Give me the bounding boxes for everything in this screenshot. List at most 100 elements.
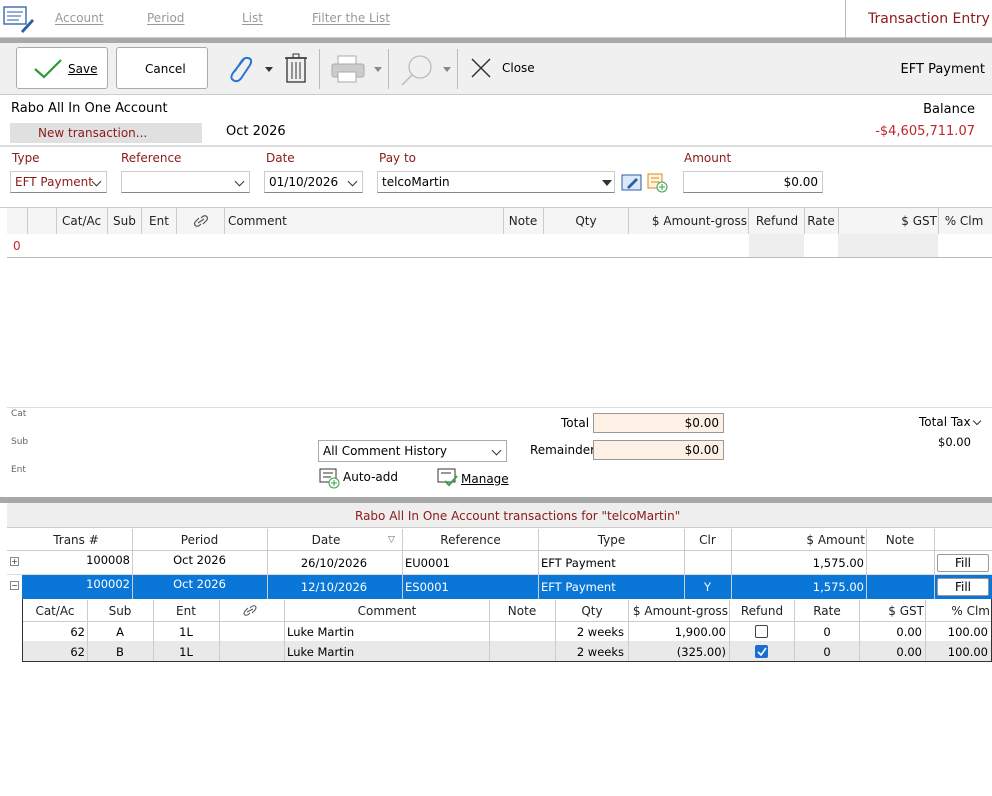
detail-column-header: Sub xyxy=(108,604,132,618)
history-cell-trans: 100008 xyxy=(86,553,130,567)
reference-select[interactable] xyxy=(121,171,250,193)
search-icon[interactable] xyxy=(400,53,436,87)
menu-filter[interactable]: Filter the List xyxy=(312,11,390,25)
cancel-button[interactable]: Cancel xyxy=(116,47,208,89)
link-icon xyxy=(193,215,209,227)
column-divider xyxy=(107,208,108,234)
column-header[interactable]: Refund xyxy=(750,214,804,228)
amount-input[interactable]: $0.00 xyxy=(683,171,823,193)
detail-cell-amount: 1,900.00 xyxy=(674,625,726,639)
column-header[interactable]: Cat/Ac xyxy=(62,214,112,228)
chevron-down-icon xyxy=(234,176,245,187)
detail-column-header: Refund xyxy=(740,604,784,618)
detail-cell-gst: 0.00 xyxy=(896,645,922,659)
column-divider xyxy=(503,208,504,234)
fill-button[interactable]: Fill xyxy=(937,578,989,596)
expand-icon[interactable]: + xyxy=(10,557,19,566)
trash-icon[interactable] xyxy=(284,53,308,85)
column-header[interactable]: Qty xyxy=(544,214,628,228)
menu-period[interactable]: Period xyxy=(147,11,184,25)
detail-cell-sub: B xyxy=(116,645,124,659)
detail-column-header: $ Amount-gross xyxy=(632,604,728,618)
split-grid-row[interactable]: 0 xyxy=(7,234,992,258)
cat-label: Cat xyxy=(11,409,27,419)
column-header[interactable]: Clr xyxy=(685,533,730,547)
total-tax-label: Total Tax xyxy=(919,415,971,429)
account-name: Rabo All In One Account xyxy=(11,101,168,116)
printer-icon[interactable] xyxy=(331,55,365,85)
toolbar: Save Cancel Close EFT Payment xyxy=(0,43,992,95)
search-dropdown-icon[interactable] xyxy=(443,67,451,72)
collapse-icon[interactable]: − xyxy=(10,581,19,590)
column-divider xyxy=(748,208,749,234)
total-value: $0.00 xyxy=(593,413,724,433)
column-header[interactable]: Reference xyxy=(403,533,538,547)
comment-history-select[interactable]: All Comment History xyxy=(318,440,507,462)
paperclip-icon[interactable] xyxy=(226,53,254,85)
menu-list[interactable]: List xyxy=(242,11,263,25)
fill-button[interactable]: Fill xyxy=(937,554,989,572)
history-cell-reference: ES0001 xyxy=(405,580,449,594)
history-title: Rabo All In One Account transactions for… xyxy=(355,509,681,523)
print-dropdown-icon[interactable] xyxy=(374,67,382,72)
refund-checkbox[interactable] xyxy=(755,625,768,638)
detail-cell-gst: 0.00 xyxy=(896,625,922,639)
column-header[interactable]: Type xyxy=(539,533,684,547)
column-header[interactable]: Sub xyxy=(113,214,136,228)
column-header[interactable]: $ GST xyxy=(839,214,937,228)
detail-cell-comment: Luke Martin xyxy=(287,645,355,659)
auto-add-label: Auto-add xyxy=(343,470,399,484)
toolbar-separator xyxy=(319,49,320,89)
menu-account[interactable]: Account xyxy=(55,11,103,25)
column-header[interactable]: Ent xyxy=(149,214,171,228)
column-header[interactable]: Date xyxy=(268,533,384,547)
balance-value: -$4,605,711.07 xyxy=(875,124,975,139)
save-button[interactable]: Save xyxy=(16,47,108,89)
column-header[interactable]: Note xyxy=(866,533,934,547)
add-payee-icon[interactable] xyxy=(646,171,668,193)
total-amount: $0.00 xyxy=(684,416,719,430)
total-label: Total xyxy=(561,416,590,430)
manage-icon xyxy=(437,468,458,487)
app-icon xyxy=(3,6,34,33)
close-button[interactable]: Close xyxy=(468,57,544,83)
column-header[interactable]: $ Amount xyxy=(731,533,865,547)
column-divider xyxy=(729,600,730,661)
column-divider xyxy=(934,529,935,599)
detail-column-header: Qty xyxy=(581,604,603,618)
column-header[interactable]: % Clm xyxy=(940,214,988,228)
checkmark-icon xyxy=(757,647,767,657)
column-header[interactable]: Rate xyxy=(805,214,837,228)
tab-new-transaction[interactable]: New transaction... xyxy=(10,123,202,143)
history-cell-type: EFT Payment xyxy=(541,580,616,594)
sort-desc-icon[interactable]: ▽ xyxy=(388,535,395,545)
column-header[interactable]: Period xyxy=(132,533,267,547)
history-cell-period: Oct 2026 xyxy=(173,553,226,567)
attach-dropdown-icon[interactable] xyxy=(265,67,273,72)
checkmark-icon xyxy=(34,59,62,79)
history-title-bar: Rabo All In One Account transactions for… xyxy=(7,503,992,528)
detail-cell-clm: 100.00 xyxy=(947,645,988,659)
auto-add-button[interactable]: Auto-add xyxy=(319,467,399,489)
date-picker[interactable]: 01/10/2026 xyxy=(264,171,363,193)
type-select[interactable]: EFT Payment xyxy=(10,171,107,193)
payto-combobox[interactable]: telcoMartin xyxy=(377,171,615,193)
edit-payee-icon[interactable] xyxy=(621,172,643,192)
history-cell-period: Oct 2026 xyxy=(173,577,226,591)
amount-label: Amount xyxy=(684,151,732,165)
auto-add-icon xyxy=(319,468,340,489)
column-header[interactable]: Trans # xyxy=(22,533,130,547)
sub-label: Sub xyxy=(11,437,29,447)
manage-label: Manage xyxy=(461,472,509,486)
comment-history-value: All Comment History xyxy=(323,444,447,458)
manage-button[interactable]: Manage xyxy=(437,467,517,489)
column-header[interactable]: Comment xyxy=(228,214,328,228)
reference-label: Reference xyxy=(121,151,182,165)
refund-checkbox[interactable] xyxy=(755,645,768,658)
column-divider xyxy=(402,529,403,599)
total-tax-toggle[interactable]: Total Tax xyxy=(918,415,982,431)
history-cell-reference: EU0001 xyxy=(405,556,450,570)
column-header[interactable]: $ Amount-gross xyxy=(629,214,747,228)
column-header[interactable]: Note xyxy=(505,214,541,228)
window-title: Transaction Entry xyxy=(845,0,992,38)
